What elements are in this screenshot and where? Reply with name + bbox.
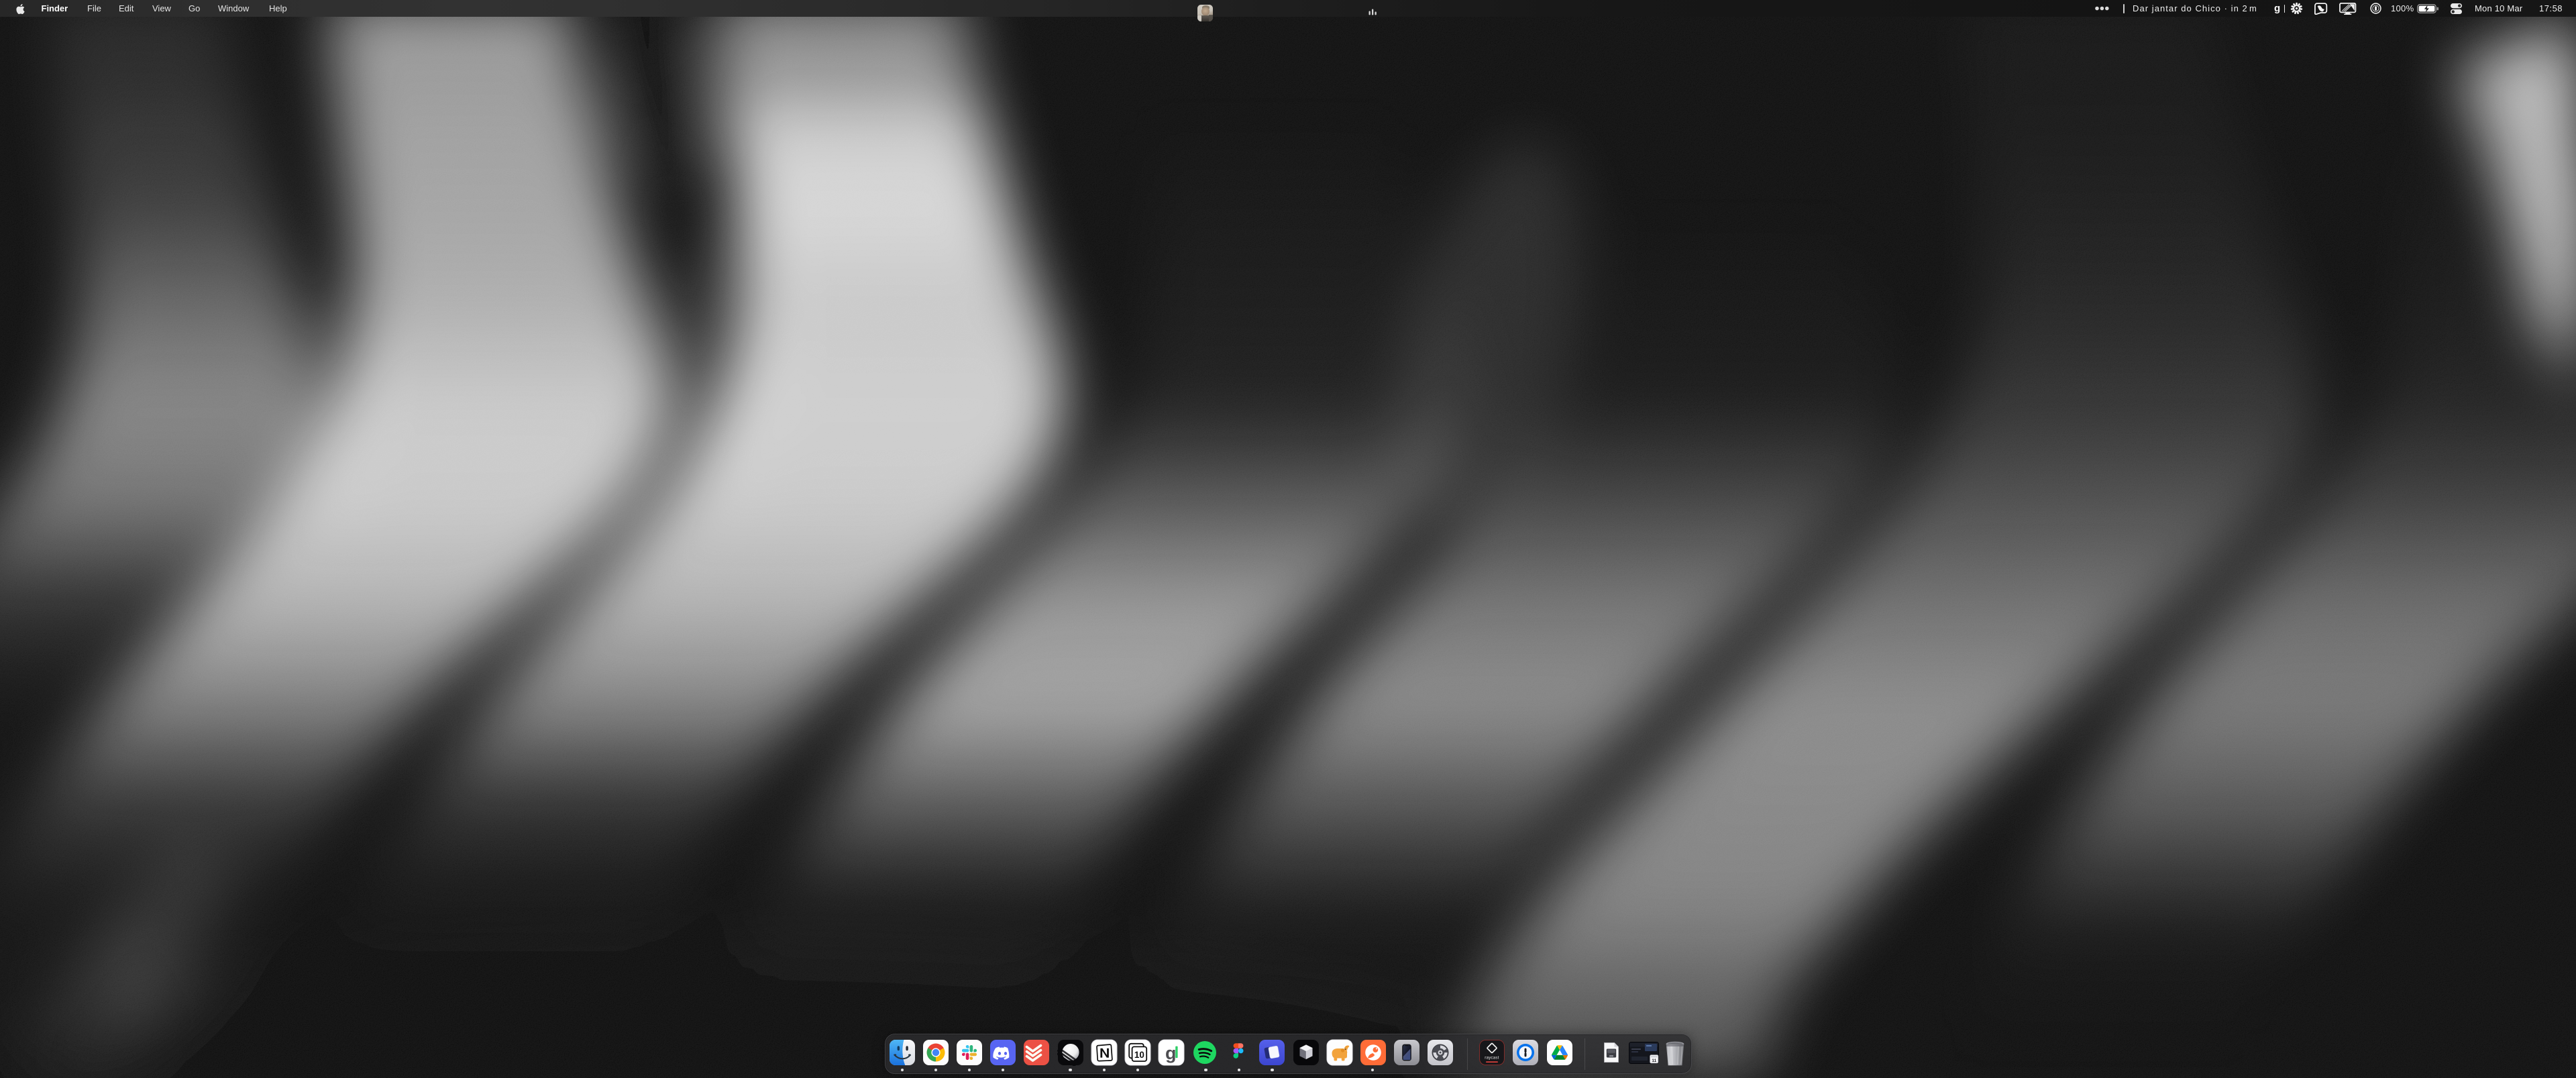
svg-text:11: 11 xyxy=(1652,1059,1656,1063)
svg-text:raycast: raycast xyxy=(1485,1057,1499,1061)
svg-text:10: 10 xyxy=(1134,1050,1144,1060)
svg-text:g: g xyxy=(1165,1043,1177,1063)
